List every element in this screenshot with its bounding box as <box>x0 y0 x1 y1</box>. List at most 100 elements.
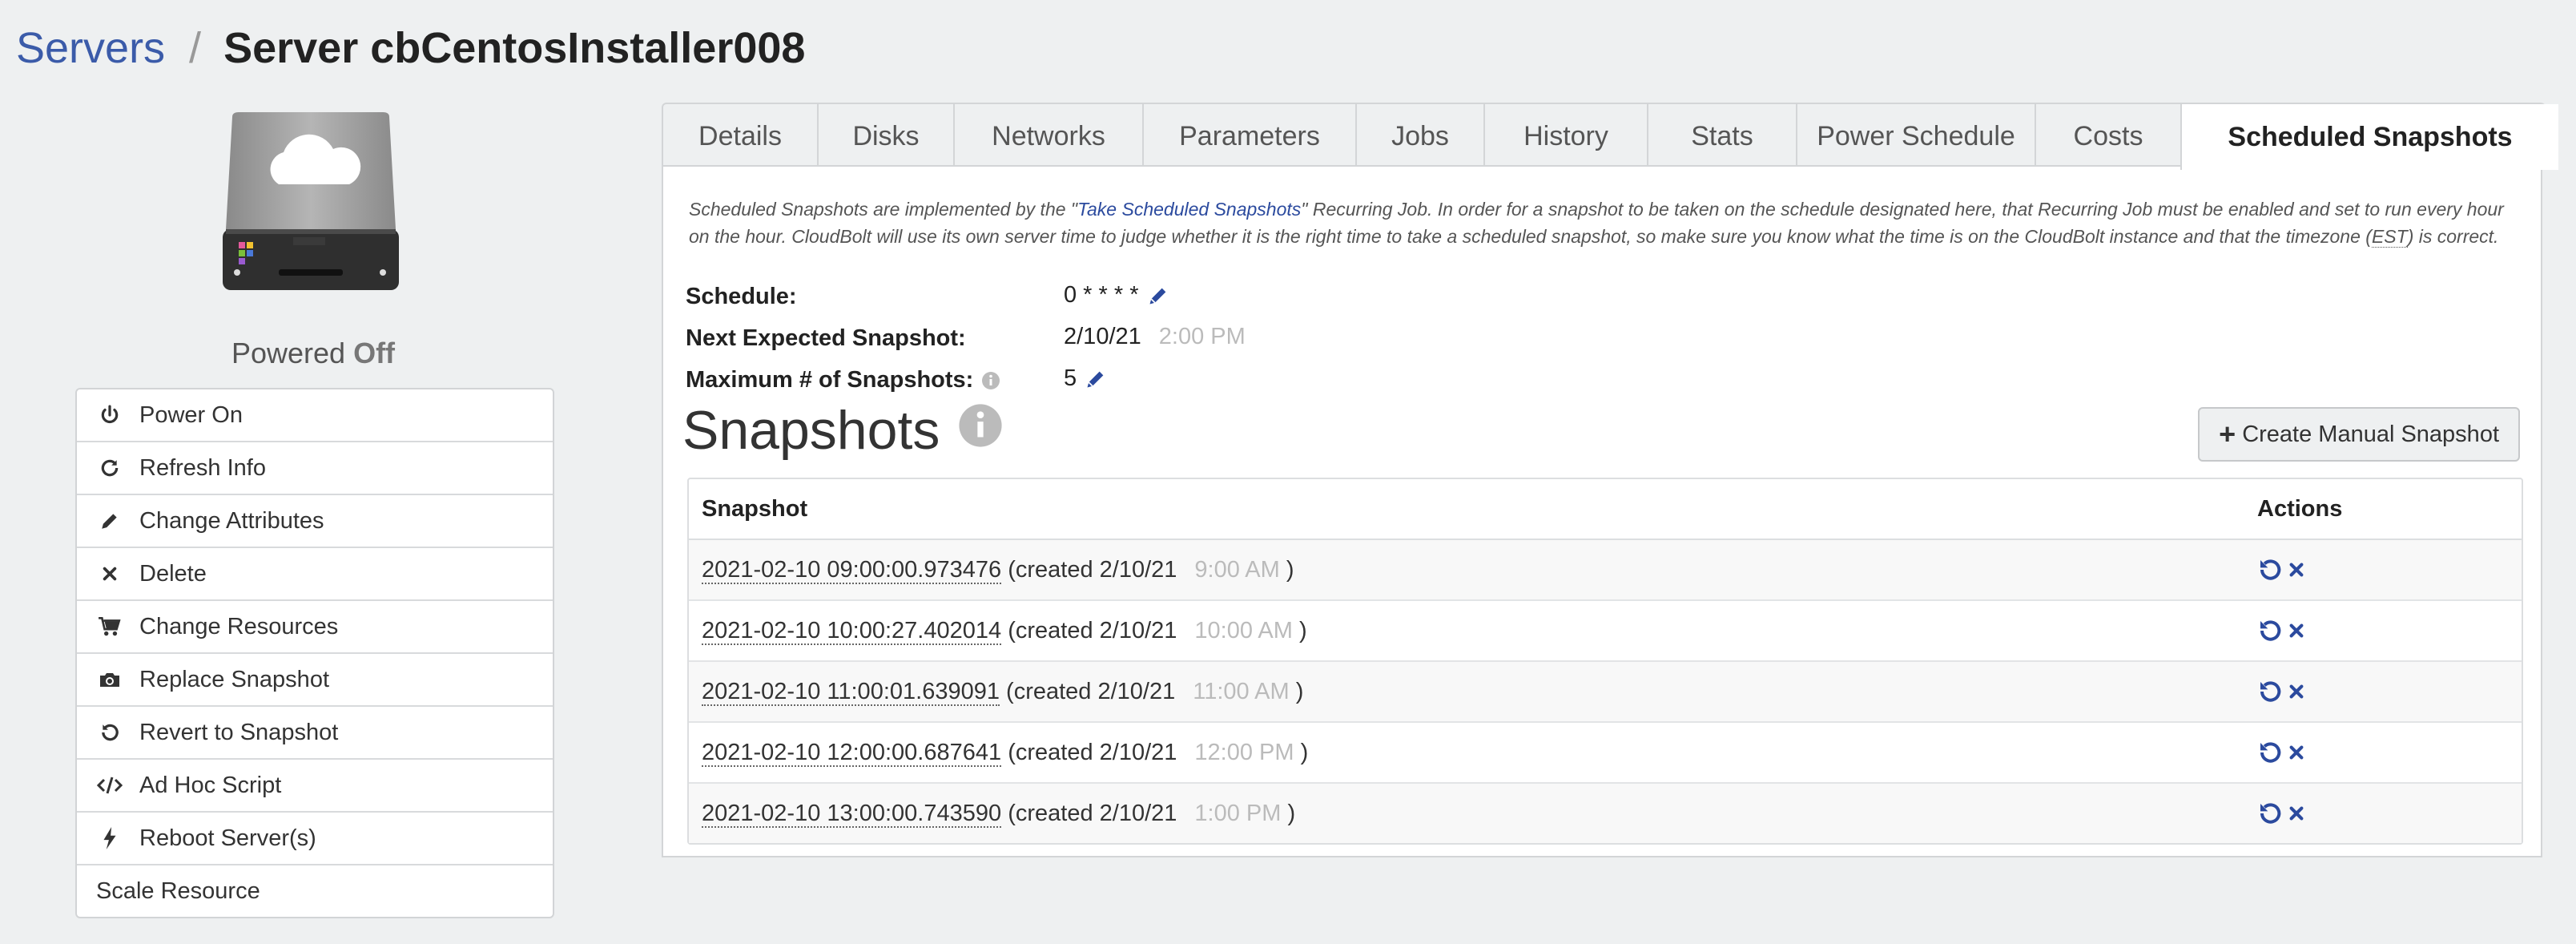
actions-cell <box>2257 557 2522 583</box>
schedule-value-row: 0 * * * * <box>1064 282 1169 309</box>
action-revert-to-snapshot[interactable]: Revert to Snapshot <box>77 707 553 760</box>
revert-snapshot-icon[interactable] <box>2257 618 2283 643</box>
action-label: Scale Resource <box>96 877 260 904</box>
snapshot-name-link[interactable]: 2021-02-10 09:00:00.973476 <box>702 556 1002 584</box>
snapshot-created-time: 11:00 AM <box>1193 678 1290 704</box>
snapshot-created: (created 2/10/21 <box>1008 617 1177 643</box>
next-snapshot-field: Next Expected Snapshot: <box>686 325 966 352</box>
snapshot-created-time: 10:00 AM <box>1194 617 1293 643</box>
revert-snapshot-icon[interactable] <box>2257 801 2283 826</box>
tab-networks[interactable]: Networks <box>955 104 1144 168</box>
action-change-resources[interactable]: Change Resources <box>77 601 553 654</box>
actions-cell <box>2257 801 2522 826</box>
breadcrumb-servers-link[interactable]: Servers <box>16 23 165 73</box>
action-scale-resource[interactable]: Scale Resource <box>77 865 553 917</box>
action-reboot-servers[interactable]: Reboot Server(s) <box>77 813 553 865</box>
column-header-snapshot: Snapshot <box>702 495 808 522</box>
power-status-value: Off <box>353 337 396 369</box>
action-label: Ad Hoc Script <box>139 772 282 798</box>
action-replace-snapshot[interactable]: Replace Snapshot <box>77 654 553 707</box>
snapshot-name-link[interactable]: 2021-02-10 10:00:27.402014 <box>702 617 1002 645</box>
undo-icon <box>95 722 125 743</box>
tab-power-schedule[interactable]: Power Schedule <box>1797 104 2036 168</box>
snapshot-cell: 2021-02-10 12:00:00.687641 (created 2/10… <box>702 739 2257 767</box>
snapshot-created-suffix: ) <box>1300 739 1309 765</box>
table-row: 2021-02-10 11:00:01.639091 (created 2/10… <box>689 662 2522 723</box>
snapshot-created-time: 1:00 PM <box>1194 800 1282 826</box>
action-label: Replace Snapshot <box>139 666 329 692</box>
create-manual-snapshot-button[interactable]: + Create Manual Snapshot <box>2198 407 2520 462</box>
table-row: 2021-02-10 09:00:00.973476 (created 2/10… <box>689 540 2522 601</box>
delete-snapshot-icon[interactable] <box>2288 683 2305 700</box>
edit-max-snapshots-pencil-icon[interactable] <box>1085 368 1107 390</box>
power-status-prefix: Powered <box>231 337 346 369</box>
action-label: Delete <box>139 560 207 587</box>
camera-icon <box>95 670 125 689</box>
snapshot-name-link[interactable]: 2021-02-10 11:00:01.639091 <box>702 678 1000 706</box>
actions-cell <box>2257 679 2522 704</box>
action-label: Power On <box>139 401 243 428</box>
max-snapshots-label: Maximum # of Snapshots: <box>686 367 974 393</box>
snapshots-title: Snapshots <box>682 400 940 461</box>
take-scheduled-snapshots-link[interactable]: Take Scheduled Snapshots <box>1077 199 1301 220</box>
tab-details[interactable]: Details <box>663 104 819 168</box>
snapshots-table: Snapshot Actions 2021-02-10 09:00:00.973… <box>687 478 2523 845</box>
delete-snapshot-icon[interactable] <box>2288 622 2305 639</box>
actions-cell <box>2257 618 2522 643</box>
max-snapshots-field: Maximum # of Snapshots: <box>686 367 1000 393</box>
code-icon <box>95 776 125 795</box>
action-refresh-info[interactable]: Refresh Info <box>77 442 553 495</box>
delete-snapshot-icon[interactable] <box>2288 744 2305 761</box>
breadcrumb: Servers / Server cbCentosInstaller008 <box>16 19 805 77</box>
info-icon[interactable] <box>981 371 1000 390</box>
action-delete[interactable]: Delete <box>77 548 553 601</box>
note-text: ) is correct. <box>2407 226 2499 247</box>
timezone-abbr: EST <box>2371 226 2408 248</box>
schedule-label: Schedule: <box>686 284 797 309</box>
next-snapshot-time: 2:00 PM <box>1158 324 1246 349</box>
tab-costs[interactable]: Costs <box>2036 104 2182 168</box>
delete-snapshot-icon[interactable] <box>2288 561 2305 579</box>
snapshot-cell: 2021-02-10 13:00:00.743590 (created 2/10… <box>702 800 2257 828</box>
action-label: Reboot Server(s) <box>139 825 316 851</box>
table-row: 2021-02-10 13:00:00.743590 (created 2/10… <box>689 784 2522 843</box>
power-status: Powered Off <box>75 337 551 370</box>
tab-scheduled-snapshots[interactable]: Scheduled Snapshots <box>2180 104 2558 170</box>
tab-jobs[interactable]: Jobs <box>1357 104 1485 168</box>
action-label: Change Resources <box>139 613 339 639</box>
action-power-on[interactable]: Power On <box>77 389 553 442</box>
snapshot-created: (created 2/10/21 <box>1006 678 1176 704</box>
delete-snapshot-icon[interactable] <box>2288 805 2305 822</box>
tab-history[interactable]: History <box>1485 104 1648 168</box>
column-header-actions: Actions <box>2257 495 2343 522</box>
snapshot-created-suffix: ) <box>1298 617 1307 643</box>
action-change-attributes[interactable]: Change Attributes <box>77 495 553 548</box>
next-snapshot-value-row: 2/10/21 2:00 PM <box>1064 324 1246 350</box>
snapshot-cell: 2021-02-10 11:00:01.639091 (created 2/10… <box>702 678 2257 706</box>
table-header: Snapshot Actions <box>689 479 2522 540</box>
edit-schedule-pencil-icon[interactable] <box>1147 284 1169 307</box>
snapshot-created-suffix: ) <box>1286 556 1294 583</box>
bolt-icon <box>95 827 125 849</box>
action-ad-hoc-script[interactable]: Ad Hoc Script <box>77 760 553 813</box>
tab-parameters[interactable]: Parameters <box>1144 104 1357 168</box>
max-snapshots-value: 5 <box>1064 365 1077 391</box>
tab-stats[interactable]: Stats <box>1648 104 1797 168</box>
snapshots-info-icon[interactable] <box>957 399 1004 462</box>
revert-snapshot-icon[interactable] <box>2257 557 2283 583</box>
revert-snapshot-icon[interactable] <box>2257 740 2283 765</box>
next-snapshot-label: Next Expected Snapshot: <box>686 325 966 351</box>
actions-cell <box>2257 740 2522 765</box>
tab-disks[interactable]: Disks <box>819 104 955 168</box>
server-tabs: Details Disks Networks Parameters Jobs H… <box>662 103 2558 170</box>
scheduled-snapshots-note: Scheduled Snapshots are implemented by t… <box>689 196 2507 250</box>
breadcrumb-separator: / <box>189 24 202 72</box>
create-manual-snapshot-label: Create Manual Snapshot <box>2242 421 2499 447</box>
action-label: Revert to Snapshot <box>139 719 339 745</box>
revert-snapshot-icon[interactable] <box>2257 679 2283 704</box>
snapshot-name-link[interactable]: 2021-02-10 13:00:00.743590 <box>702 800 1002 828</box>
refresh-icon <box>95 458 125 478</box>
snapshot-name-link[interactable]: 2021-02-10 12:00:00.687641 <box>702 739 1002 767</box>
power-icon <box>95 405 125 426</box>
scheduled-snapshots-panel: Scheduled Snapshots are implemented by t… <box>662 165 2542 857</box>
